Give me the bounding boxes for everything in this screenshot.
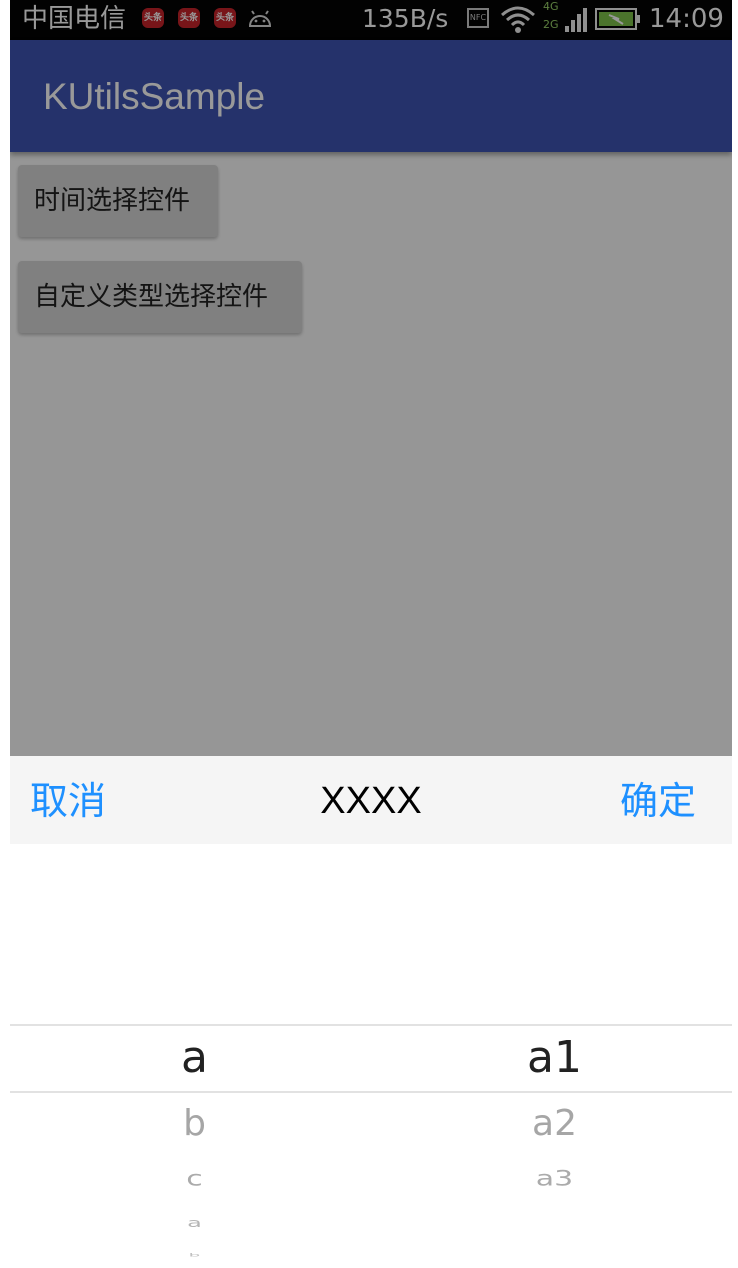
wheel-item[interactable]: c [14, 1165, 375, 1194]
selection-divider-bottom [10, 1091, 732, 1093]
wheel-item-selected[interactable]: a1 [374, 1030, 732, 1086]
wheel-item[interactable]: a [14, 1216, 375, 1231]
confirm-button[interactable]: 确定 [620, 776, 696, 826]
wheel-item-selected[interactable]: a [14, 1030, 375, 1086]
selection-divider-top [10, 1024, 732, 1026]
wheel-item[interactable]: a2 [374, 1102, 732, 1146]
phone-frame: 中国电信 头条 头条 头条 135B/s NFC 4G 2G 14:09 KUt… [0, 0, 738, 1268]
cancel-button[interactable]: 取消 [30, 776, 106, 826]
screen: 中国电信 头条 头条 头条 135B/s NFC 4G 2G 14:09 KUt… [10, 0, 732, 1268]
dim-overlay[interactable] [10, 0, 732, 756]
picker-header: XXXX 取消 确定 [10, 756, 732, 844]
wheel-item[interactable]: b [14, 1253, 375, 1258]
picker-dialog: XXXX 取消 确定 a b c a b a1 a2 a3 [10, 756, 732, 1268]
wheel-item[interactable]: b [14, 1102, 375, 1146]
wheel-item[interactable]: a3 [374, 1165, 732, 1194]
